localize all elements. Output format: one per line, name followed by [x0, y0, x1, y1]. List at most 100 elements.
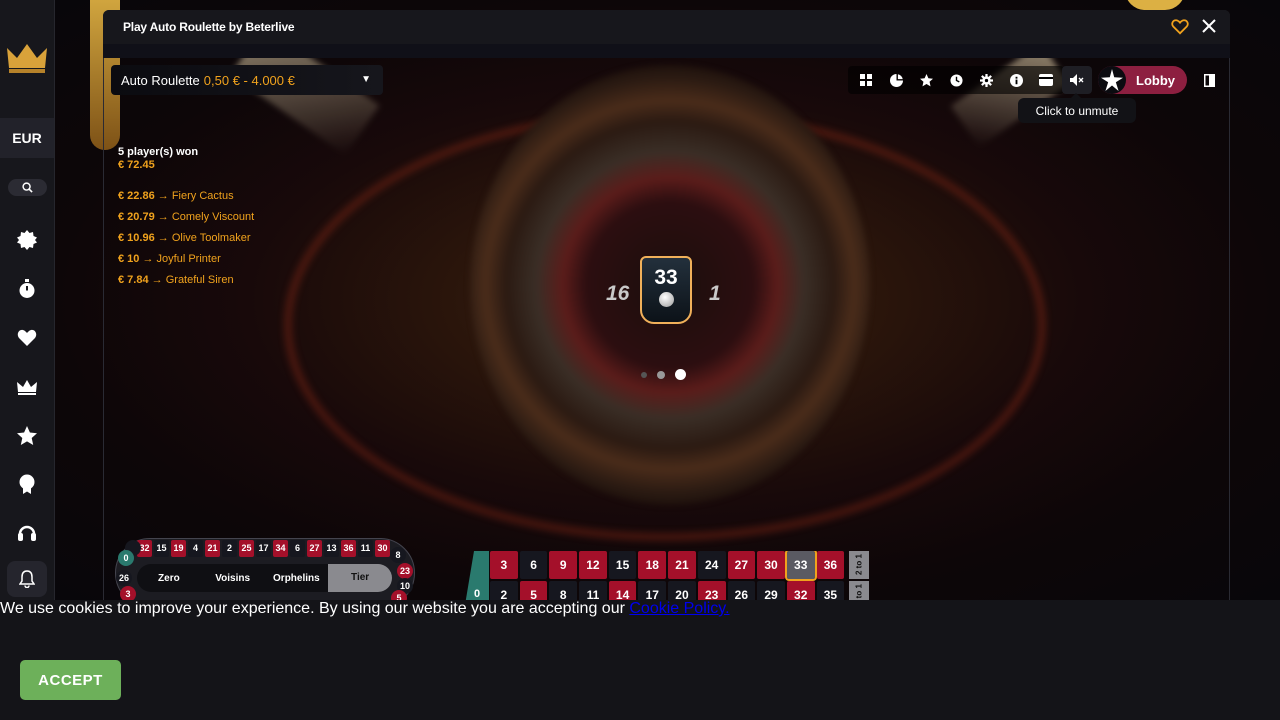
crown-icon	[17, 380, 37, 395]
bet-number[interactable]: 26	[727, 581, 756, 600]
racetrack-number[interactable]: 27	[307, 540, 322, 557]
winning-number: 33	[654, 266, 678, 289]
bet-number[interactable]: 9	[549, 551, 578, 579]
promotions-button[interactable]	[14, 471, 40, 497]
star-icon	[17, 426, 37, 445]
racetrack-number[interactable]: 5	[391, 590, 407, 600]
column-bet-middle[interactable]: 2 to 1	[849, 581, 869, 600]
new-games-button[interactable]	[14, 227, 40, 253]
notifications-button[interactable]	[7, 561, 47, 597]
bet-number[interactable]: 29	[757, 581, 785, 600]
history-button[interactable]	[941, 66, 971, 94]
bet-number[interactable]: 24	[697, 551, 726, 579]
lobby-label: Lobby	[1136, 72, 1175, 88]
racetrack-number[interactable]: 21	[205, 540, 220, 557]
winners-header: 5 player(s) won	[118, 146, 199, 158]
racetrack-sections: Zero Voisins Orphelins Tier	[137, 564, 392, 592]
winner-row: € 22.86 → Fiery Cactus	[118, 190, 234, 202]
bet-number[interactable]: 5	[519, 581, 548, 600]
section-tier[interactable]: Tier	[328, 564, 392, 592]
right-neighbor-number: 1	[709, 282, 721, 305]
racetrack-number[interactable]: 23	[397, 563, 413, 579]
bet-number[interactable]: 14	[608, 581, 637, 600]
ball-icon	[658, 292, 674, 307]
top-games-button[interactable]	[14, 423, 40, 449]
racetrack-number[interactable]: 4	[188, 540, 203, 557]
settings-button[interactable]	[971, 66, 1001, 94]
racetrack-number[interactable]: 6	[290, 540, 305, 557]
table-name: Auto Roulette	[121, 72, 200, 88]
currency-selector[interactable]: EUR	[0, 118, 54, 158]
winner-amount: € 22.86	[118, 190, 155, 202]
racetrack-number[interactable]: 19	[171, 540, 186, 557]
racetrack-number[interactable]: 36	[341, 540, 356, 557]
search-button[interactable]	[8, 179, 47, 196]
unmute-tooltip: Click to unmute	[1018, 93, 1136, 123]
racetrack-number[interactable]: 8	[390, 547, 406, 563]
recent-games-button[interactable]	[14, 276, 40, 302]
mute-button[interactable]	[1062, 66, 1092, 94]
cookie-policy-link[interactable]: Cookie Policy.	[629, 600, 729, 617]
column-bet-top[interactable]: 2 to 1	[849, 551, 869, 579]
game-title: Play Auto Roulette by Beterlive	[123, 20, 295, 34]
accept-cookies-button[interactable]: ACCEPT	[20, 660, 121, 700]
bet-number[interactable]: 35	[816, 581, 845, 600]
bet-number[interactable]: 23	[697, 581, 726, 600]
winners-panel: 5 player(s) won € 72.45 € 22.86 → Fiery …	[118, 146, 254, 287]
cashier-button[interactable]	[1031, 66, 1061, 94]
racetrack-number[interactable]: 30	[375, 540, 390, 557]
bet-number[interactable]: 2	[490, 581, 518, 600]
racetrack-number[interactable]: 26	[116, 570, 132, 586]
support-button[interactable]	[14, 520, 40, 546]
bet-number[interactable]: 12	[579, 551, 607, 579]
bet-number[interactable]: 20	[668, 581, 696, 600]
close-icon[interactable]	[1200, 17, 1218, 35]
vip-button[interactable]	[14, 374, 40, 400]
bet-number[interactable]: 17	[638, 581, 667, 600]
bet-number[interactable]: 15	[608, 551, 637, 579]
statistics-button[interactable]	[881, 66, 911, 94]
racetrack-number[interactable]: 2	[222, 540, 237, 557]
favorites-button[interactable]	[14, 325, 40, 351]
bet-number[interactable]: 21	[668, 551, 696, 579]
bet-number[interactable]: 18	[638, 551, 667, 579]
lobby-button[interactable]: Lobby	[1098, 66, 1187, 94]
racetrack-number[interactable]: 34	[273, 540, 288, 557]
stopwatch-icon	[19, 279, 35, 298]
table-selector[interactable]: Auto Roulette 0,50 € - 4.000 € ▼	[111, 65, 383, 95]
info-button[interactable]	[1001, 66, 1031, 94]
search-icon	[22, 182, 33, 193]
bet-number[interactable]: 27	[727, 551, 756, 579]
section-zero[interactable]: Zero	[137, 573, 201, 584]
favorite-heart-icon[interactable]	[1171, 18, 1189, 36]
racetrack-number[interactable]: 3	[120, 586, 136, 600]
bet-number-highlighted[interactable]: 33	[784, 551, 817, 581]
bet-number[interactable]: 3	[490, 551, 518, 579]
bet-number[interactable]: 6	[519, 551, 548, 579]
bet-number[interactable]: 32	[786, 581, 815, 600]
game-toolbar	[848, 66, 1064, 94]
grid-icon	[860, 74, 872, 86]
racetrack-number[interactable]: 13	[324, 540, 339, 557]
racetrack-number[interactable]: 11	[358, 540, 373, 557]
bet-number[interactable]: 36	[816, 551, 845, 579]
crown-logo-icon[interactable]	[6, 40, 48, 74]
carousel-dot[interactable]	[641, 371, 647, 378]
star-icon	[919, 73, 933, 86]
racetrack-number[interactable]: 17	[256, 540, 271, 557]
section-orphelins[interactable]: Orphelins	[265, 573, 329, 584]
layout-button[interactable]	[851, 66, 881, 94]
racetrack-number[interactable]: 0	[118, 550, 134, 566]
bet-number[interactable]: 8	[549, 581, 578, 600]
favourite-bets-button[interactable]	[911, 66, 941, 94]
carousel-dot-active[interactable]	[675, 369, 686, 380]
racetrack-number[interactable]: 25	[239, 540, 254, 557]
bet-number[interactable]: 11	[579, 581, 607, 600]
side-panel-button[interactable]	[1198, 66, 1220, 94]
racetrack-number[interactable]: 15	[154, 540, 169, 557]
carousel-dot[interactable]	[657, 370, 665, 379]
winner-amount: € 10	[118, 253, 140, 265]
speaker-muted-icon	[1070, 74, 1084, 86]
bet-number[interactable]: 30	[757, 551, 785, 579]
section-voisins[interactable]: Voisins	[201, 573, 265, 584]
